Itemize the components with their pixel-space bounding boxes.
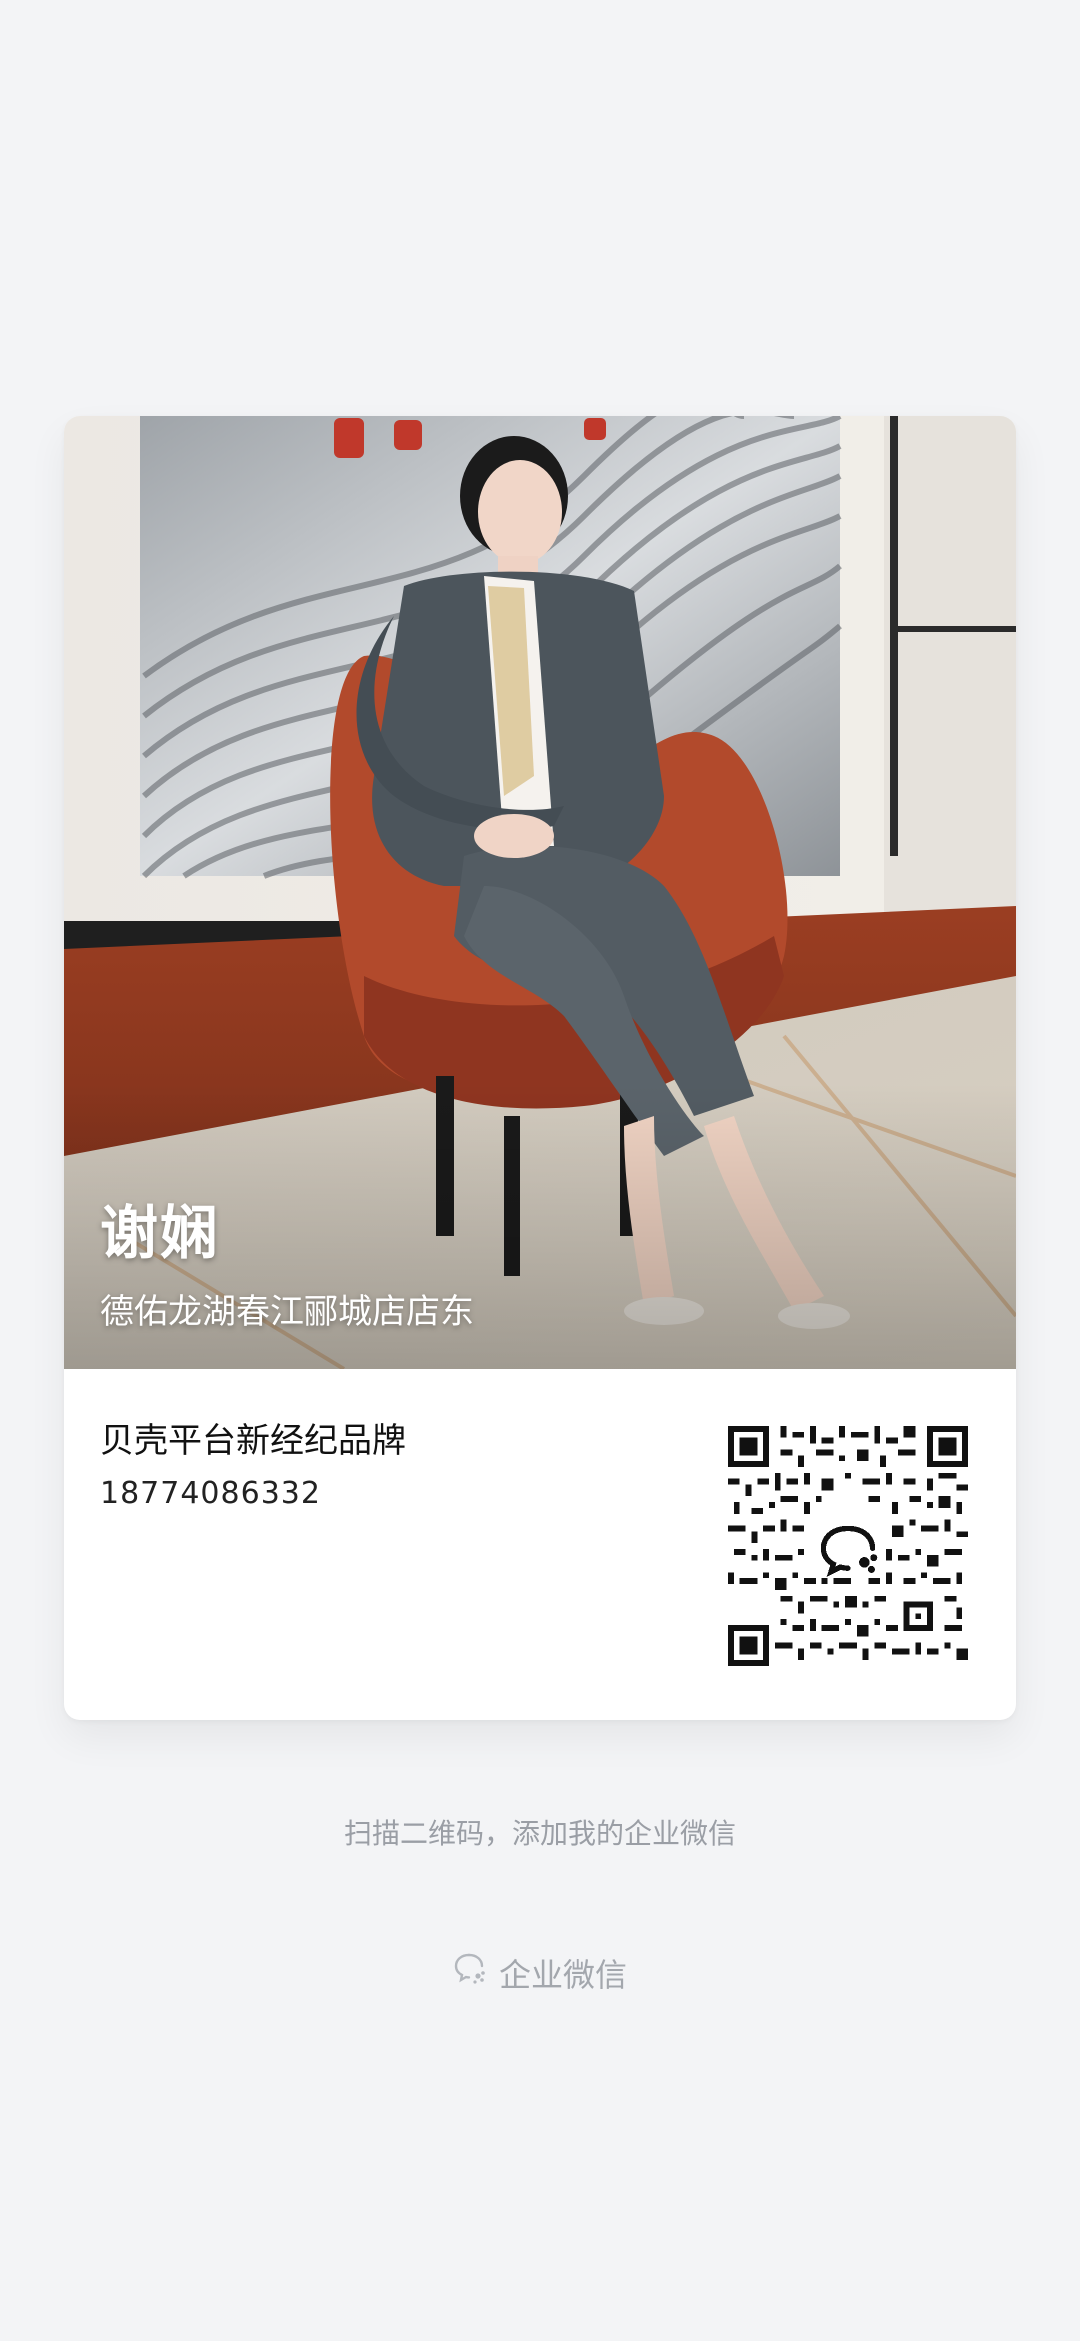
- wecom-footer: 企业微信: [0, 1950, 1080, 1996]
- contact-card: 谢娴 德佑龙湖春江郦城店店东 贝壳平台新经纪品牌 18774086332: [64, 416, 1016, 1720]
- phone-number[interactable]: 18774086332: [100, 1476, 406, 1512]
- brand-label: 贝壳平台新经纪品牌: [100, 1421, 406, 1461]
- qr-code[interactable]: [728, 1426, 968, 1666]
- agent-name: 谢娴: [100, 1199, 221, 1267]
- wecom-label: 企业微信: [498, 1956, 627, 1994]
- agent-store: 德佑龙湖春江郦城店店东: [100, 1292, 474, 1332]
- agent-info: 贝壳平台新经纪品牌 18774086332: [100, 1420, 406, 1512]
- scan-hint: 扫描二维码，添加我的企业微信: [343, 1817, 736, 1850]
- profile-photo: 谢娴 德佑龙湖春江郦城店店东: [64, 416, 1016, 1369]
- wecom-icon: [453, 1952, 489, 1994]
